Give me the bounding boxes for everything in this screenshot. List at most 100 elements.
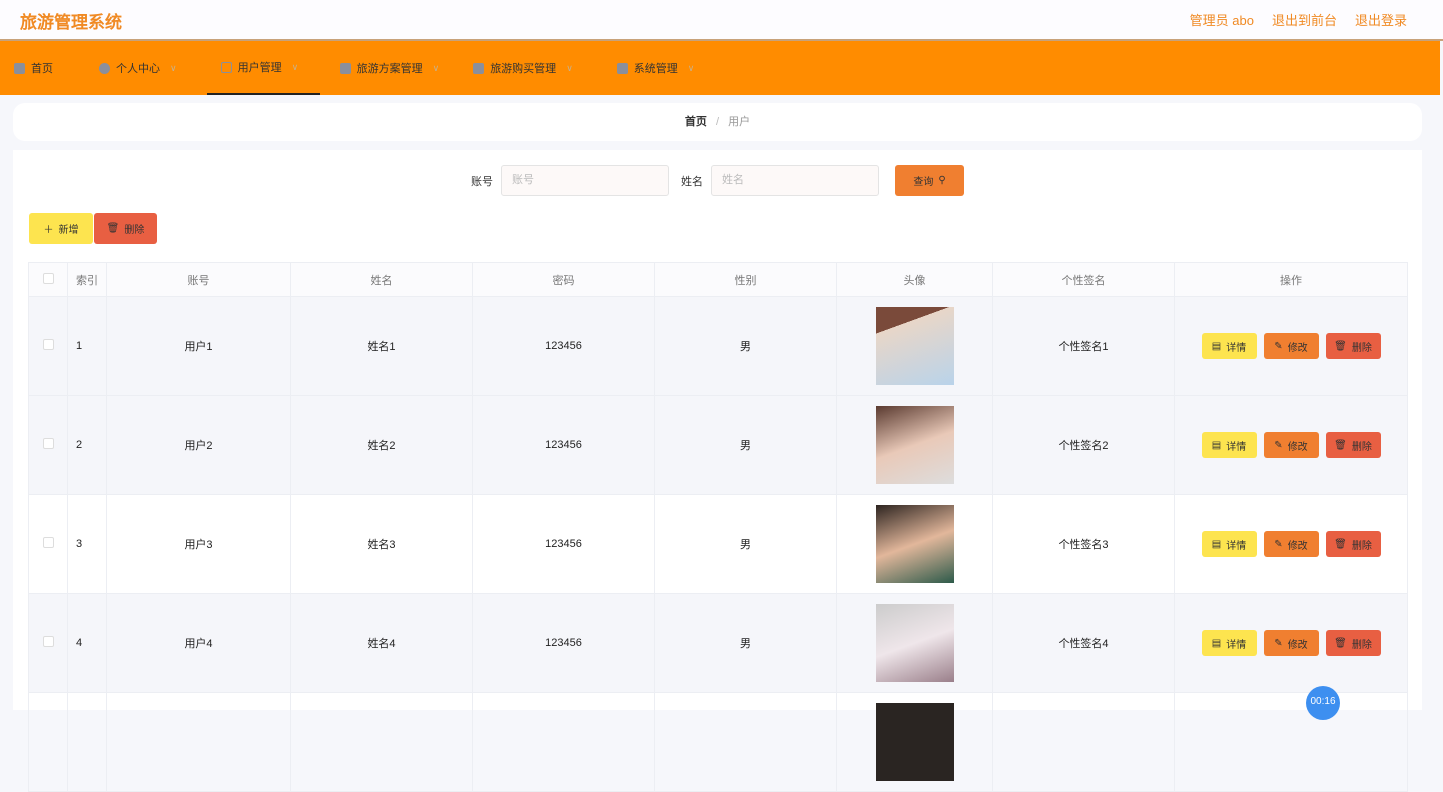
row-select[interactable]: [28, 494, 68, 594]
nav-label: 旅游购买管理: [490, 63, 557, 75]
nav-purchases[interactable]: 旅游购买管理 ∨: [459, 41, 587, 95]
breadcrumb-current: 用户: [728, 116, 751, 128]
delete-button[interactable]: 🗑 删除: [1325, 333, 1381, 359]
logout-link[interactable]: 退出登录: [1355, 10, 1407, 29]
col-header[interactable]: 密码: [472, 262, 655, 297]
detail-label: 详情: [1226, 639, 1247, 651]
cell-signature: 个性签名2: [992, 395, 1175, 495]
row-select[interactable]: [28, 395, 68, 495]
checkbox[interactable]: [42, 438, 54, 449]
cell-actions: ▤ 详情 ✎ 修改 🗑 删除: [1174, 296, 1408, 396]
name-input[interactable]: 姓名: [711, 165, 879, 196]
delete-button[interactable]: 🗑 删除: [1325, 432, 1381, 458]
cell-name: 姓名3: [290, 494, 473, 594]
nav-home[interactable]: 首页: [0, 41, 67, 95]
trash-icon: 🗑: [106, 223, 120, 234]
top-bar: 旅游管理系统 管理员 abo 退出到前台 退出登录: [0, 0, 1443, 41]
table-row: [28, 692, 1408, 792]
cell-name: 姓名4: [290, 593, 473, 693]
col-header[interactable]: 个性签名: [992, 262, 1175, 297]
bulk-delete-button[interactable]: 🗑 删除: [94, 213, 157, 244]
row-cell: [654, 692, 837, 792]
cell-avatar: [836, 692, 993, 792]
col-header[interactable]: 头像: [836, 262, 993, 297]
cell-index: 2: [67, 395, 107, 495]
pencil-icon: ✎: [1274, 538, 1283, 550]
nav-users[interactable]: 用户管理 ∨: [206, 41, 320, 95]
avatar[interactable]: [875, 406, 954, 484]
account-input[interactable]: 账号: [501, 165, 669, 196]
edit-label: 修改: [1287, 540, 1308, 552]
document-icon: ▤: [1211, 637, 1222, 649]
nav-label: 系统管理: [633, 63, 678, 75]
edit-button[interactable]: ✎ 修改: [1263, 432, 1319, 458]
table-row: 4 用户4 姓名4 123456 男 个性签名4 ▤ 详情 ✎ 修改 🗑 删除: [28, 593, 1408, 693]
cell-account: 用户2: [106, 395, 291, 495]
trash-icon: 🗑: [1334, 538, 1347, 550]
pencil-icon: ✎: [1274, 340, 1283, 352]
select-all[interactable]: [28, 262, 68, 297]
add-label: 新增: [58, 225, 79, 236]
query-button[interactable]: 查询 ⚲: [895, 165, 964, 196]
admin-user[interactable]: 管理员 abo: [1190, 10, 1254, 29]
row-select[interactable]: [28, 296, 68, 396]
cell-actions: ▤ 详情 ✎ 修改 🗑 删除: [1174, 593, 1408, 693]
row-cell: [1174, 692, 1408, 792]
row-cell: [67, 692, 107, 792]
breadcrumb: 首页 / 用户: [13, 103, 1422, 141]
chevron-down-icon: ∨: [566, 62, 573, 73]
edit-button[interactable]: ✎ 修改: [1263, 531, 1319, 557]
cell-index: 1: [67, 296, 107, 396]
row-select[interactable]: [28, 593, 68, 693]
chevron-down-icon: ∨: [687, 62, 695, 73]
cell-name: 姓名2: [290, 395, 473, 495]
cell-signature: 个性签名4: [992, 593, 1175, 693]
col-header[interactable]: 姓名: [290, 262, 473, 297]
detail-button[interactable]: ▤ 详情: [1201, 333, 1257, 359]
cell-gender: 男: [654, 296, 837, 396]
row-cell: [472, 692, 655, 792]
nav-label: 个人中心: [116, 63, 160, 75]
cell-signature: 个性签名3: [992, 494, 1175, 594]
detail-button[interactable]: ▤ 详情: [1201, 432, 1257, 458]
delete-label: 删除: [1351, 441, 1372, 453]
col-header[interactable]: 索引: [67, 262, 107, 297]
delete-button[interactable]: 🗑 删除: [1325, 630, 1381, 656]
delete-button[interactable]: 🗑 删除: [1325, 531, 1381, 557]
cell-account: 用户4: [106, 593, 291, 693]
document-icon: ▤: [1211, 439, 1222, 451]
nav-profile[interactable]: 个人中心 ∨: [85, 41, 191, 95]
col-header[interactable]: 账号: [106, 262, 291, 297]
checkbox[interactable]: [42, 272, 54, 284]
detail-label: 详情: [1226, 441, 1247, 453]
col-header[interactable]: 性别: [654, 262, 837, 297]
home-icon: [14, 62, 25, 74]
breadcrumb-sep: /: [715, 116, 720, 128]
checkbox[interactable]: [42, 636, 54, 647]
chevron-down-icon: ∨: [291, 61, 299, 72]
delete-label: 删除: [124, 225, 145, 236]
detail-button[interactable]: ▤ 详情: [1201, 531, 1257, 557]
cell-password: 123456: [472, 296, 655, 396]
edit-button[interactable]: ✎ 修改: [1263, 630, 1319, 656]
pencil-icon: ✎: [1274, 439, 1283, 451]
users-table: 索引 账号 姓名 密码 性别 头像 个性签名 操作 1 用户1 姓名1 1234…: [28, 262, 1408, 792]
edit-label: 修改: [1287, 441, 1308, 453]
chevron-down-icon: ∨: [432, 62, 440, 73]
col-header[interactable]: 操作: [1174, 262, 1408, 297]
avatar[interactable]: [875, 307, 954, 385]
add-button[interactable]: ＋ 新增: [29, 213, 93, 244]
nav-system[interactable]: 系统管理 ∨: [603, 41, 709, 95]
avatar[interactable]: [875, 505, 954, 583]
avatar[interactable]: [875, 703, 954, 781]
front-link[interactable]: 退出到前台: [1272, 10, 1337, 29]
avatar[interactable]: [875, 604, 954, 682]
edit-button[interactable]: ✎ 修改: [1263, 333, 1319, 359]
checkbox[interactable]: [42, 339, 54, 350]
nav-plans[interactable]: 旅游方案管理 ∨: [326, 41, 454, 95]
checkbox[interactable]: [42, 537, 54, 548]
breadcrumb-home[interactable]: 首页: [685, 116, 707, 128]
detail-button[interactable]: ▤ 详情: [1201, 630, 1257, 656]
account-label: 账号: [471, 175, 493, 188]
table-row: 2 用户2 姓名2 123456 男 个性签名2 ▤ 详情 ✎ 修改 🗑 删除: [28, 395, 1408, 495]
